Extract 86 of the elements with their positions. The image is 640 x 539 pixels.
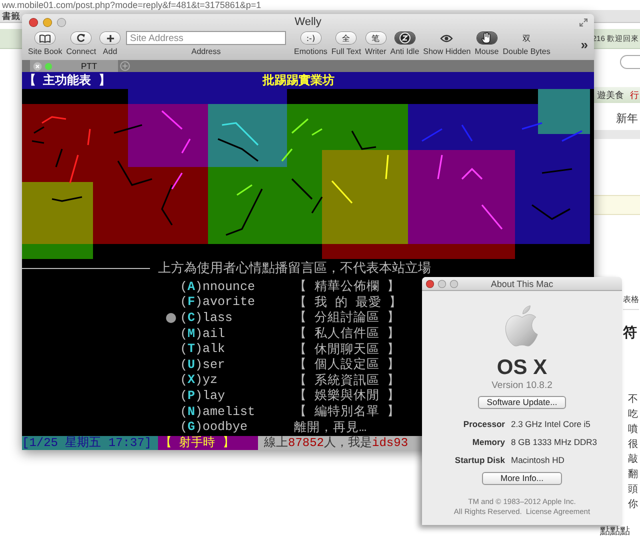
nav-link[interactable]: 遊美食 (597, 88, 624, 102)
minimize-button[interactable] (43, 18, 52, 26)
emoticon-label[interactable]: 不 (628, 392, 638, 407)
emoticon-label[interactable]: 你 (628, 497, 638, 512)
close-button[interactable] (29, 18, 38, 26)
version-text: Version 10.8.2 (492, 380, 552, 391)
address-label: Address (191, 47, 221, 56)
more-info-button[interactable]: More Info... (482, 472, 562, 485)
refresh-icon (76, 33, 86, 43)
close-icon[interactable] (33, 62, 42, 70)
notice-bar (594, 195, 640, 215)
heading-text: 新年 (616, 112, 638, 126)
emoticon-label[interactable]: 頭 (628, 482, 638, 497)
window-title: Welly (294, 16, 322, 28)
zoom-button[interactable] (450, 280, 458, 288)
emoticon-label[interactable]: 很 (628, 437, 638, 452)
menu-description: 【 個人設定區 】 (294, 356, 400, 374)
book-icon (39, 34, 52, 42)
toolbar-button[interactable]: 全 Full Text (329, 31, 364, 56)
toolbar-button[interactable]: 双 Double Bytes (500, 31, 552, 56)
tab[interactable]: PTT (30, 60, 118, 72)
spec-label: Startup Disk (454, 455, 505, 465)
toolbar-button[interactable]: Connect (64, 31, 98, 56)
toolbar-button[interactable]: 笔 Writer (363, 31, 388, 56)
toolbar-button[interactable]: :-) Emotions (292, 31, 330, 56)
status-text: 線上87852人，我是ids93 (263, 436, 408, 450)
emoticon-label[interactable]: 點點點 (600, 524, 630, 539)
menu-item[interactable]: (U)ser (180, 358, 294, 372)
toolbar-button[interactable]: Anti Idle (388, 31, 422, 56)
toolbar-overflow-button[interactable]: » (578, 39, 590, 51)
status-text: [1/25 星期五 17:37] (22, 436, 158, 450)
plus-icon (106, 34, 115, 42)
status-text: 【 射手時 】 (158, 436, 258, 450)
menu-description: 【 精華公佈欄 】 (294, 278, 400, 296)
menu-item[interactable]: (P)lay (180, 388, 294, 403)
spec-label: Processor (462, 419, 505, 429)
emoticon-label[interactable]: 翻 (628, 467, 638, 482)
spec-value: 2.3 GHz Intel Core i5 (511, 419, 592, 429)
apple-icon (504, 305, 540, 349)
toolbar-button[interactable]: Site Book (26, 31, 64, 56)
menu-description: 【 編特別名單 】 (294, 404, 400, 420)
address-field[interactable]: Site Address (126, 31, 286, 45)
menu-item[interactable]: (M)ail (180, 326, 294, 341)
section-title: 符 (623, 324, 637, 342)
menu-item[interactable]: (F)avorite (180, 295, 294, 310)
menu-description: 【 娛樂與休閒 】 (294, 388, 400, 404)
toolbar-button[interactable]: Show Hidden (421, 31, 473, 56)
emoticon-label[interactable]: 噴 (628, 422, 638, 437)
bookmark-item[interactable]: 書籤 (0, 10, 20, 23)
add-tab-icon[interactable] (120, 61, 130, 71)
menu-title: 【 主功能表 】 (23, 72, 110, 89)
menu-item[interactable]: (C)lass (180, 310, 294, 325)
status-dot-icon (45, 62, 52, 70)
eye-icon (440, 34, 454, 42)
address-text: ww.mobile01.com/post.php?mode=reply&f=481&t=3175861&p=1 (1, 0, 262, 10)
menu-item[interactable]: (X)yz (180, 373, 294, 388)
menu-description: 【 休閒聊天區 】 (294, 342, 400, 358)
minimize-button[interactable] (438, 280, 446, 288)
menu-item[interactable]: (A)nnounce (180, 280, 294, 294)
emoticon-label[interactable]: 敲 (628, 452, 638, 467)
window-title: About This Mac (490, 278, 554, 288)
nav-link[interactable]: 行 (630, 88, 639, 102)
toolbar-button[interactable]: Mouse (472, 31, 501, 56)
menu-description: 【 分組討論區 】 (294, 310, 400, 326)
os-name: OS X (496, 357, 548, 379)
toolbar-button[interactable]: Add (98, 31, 122, 56)
emoticon-label[interactable]: 吃 (628, 407, 638, 422)
close-button[interactable] (426, 280, 434, 288)
board-name: 批踢踢實業坊 (262, 72, 334, 89)
spec-value: 8 GB 1333 MHz DDR3 (511, 437, 598, 447)
menu-description: 【 我 的 最愛 】 (294, 294, 402, 310)
z-sleep-icon (398, 32, 411, 44)
fullscreen-icon[interactable] (579, 18, 588, 27)
menu-item[interactable]: (N)amelist (180, 404, 294, 419)
table-link[interactable]: 表格 (623, 294, 639, 310)
menu-description: 離開，再見… (294, 420, 367, 436)
zoom-button[interactable] (57, 18, 66, 26)
notice-text: 上方為使用者心情點播留言區，不代表本站立場 (158, 260, 431, 277)
software-update-button[interactable]: Software Update... (478, 396, 566, 409)
spec-label: Memory (471, 437, 505, 447)
menu-description: 【 系統資訊區 】 (294, 372, 400, 388)
spec-value: Macintosh HD (511, 455, 566, 465)
hand-icon (481, 32, 492, 44)
menu-description: 【 私人信件區 】 (294, 326, 400, 342)
menu-item[interactable]: (T)alk (180, 342, 294, 356)
menu-item[interactable]: (G)oodbye (180, 420, 294, 434)
